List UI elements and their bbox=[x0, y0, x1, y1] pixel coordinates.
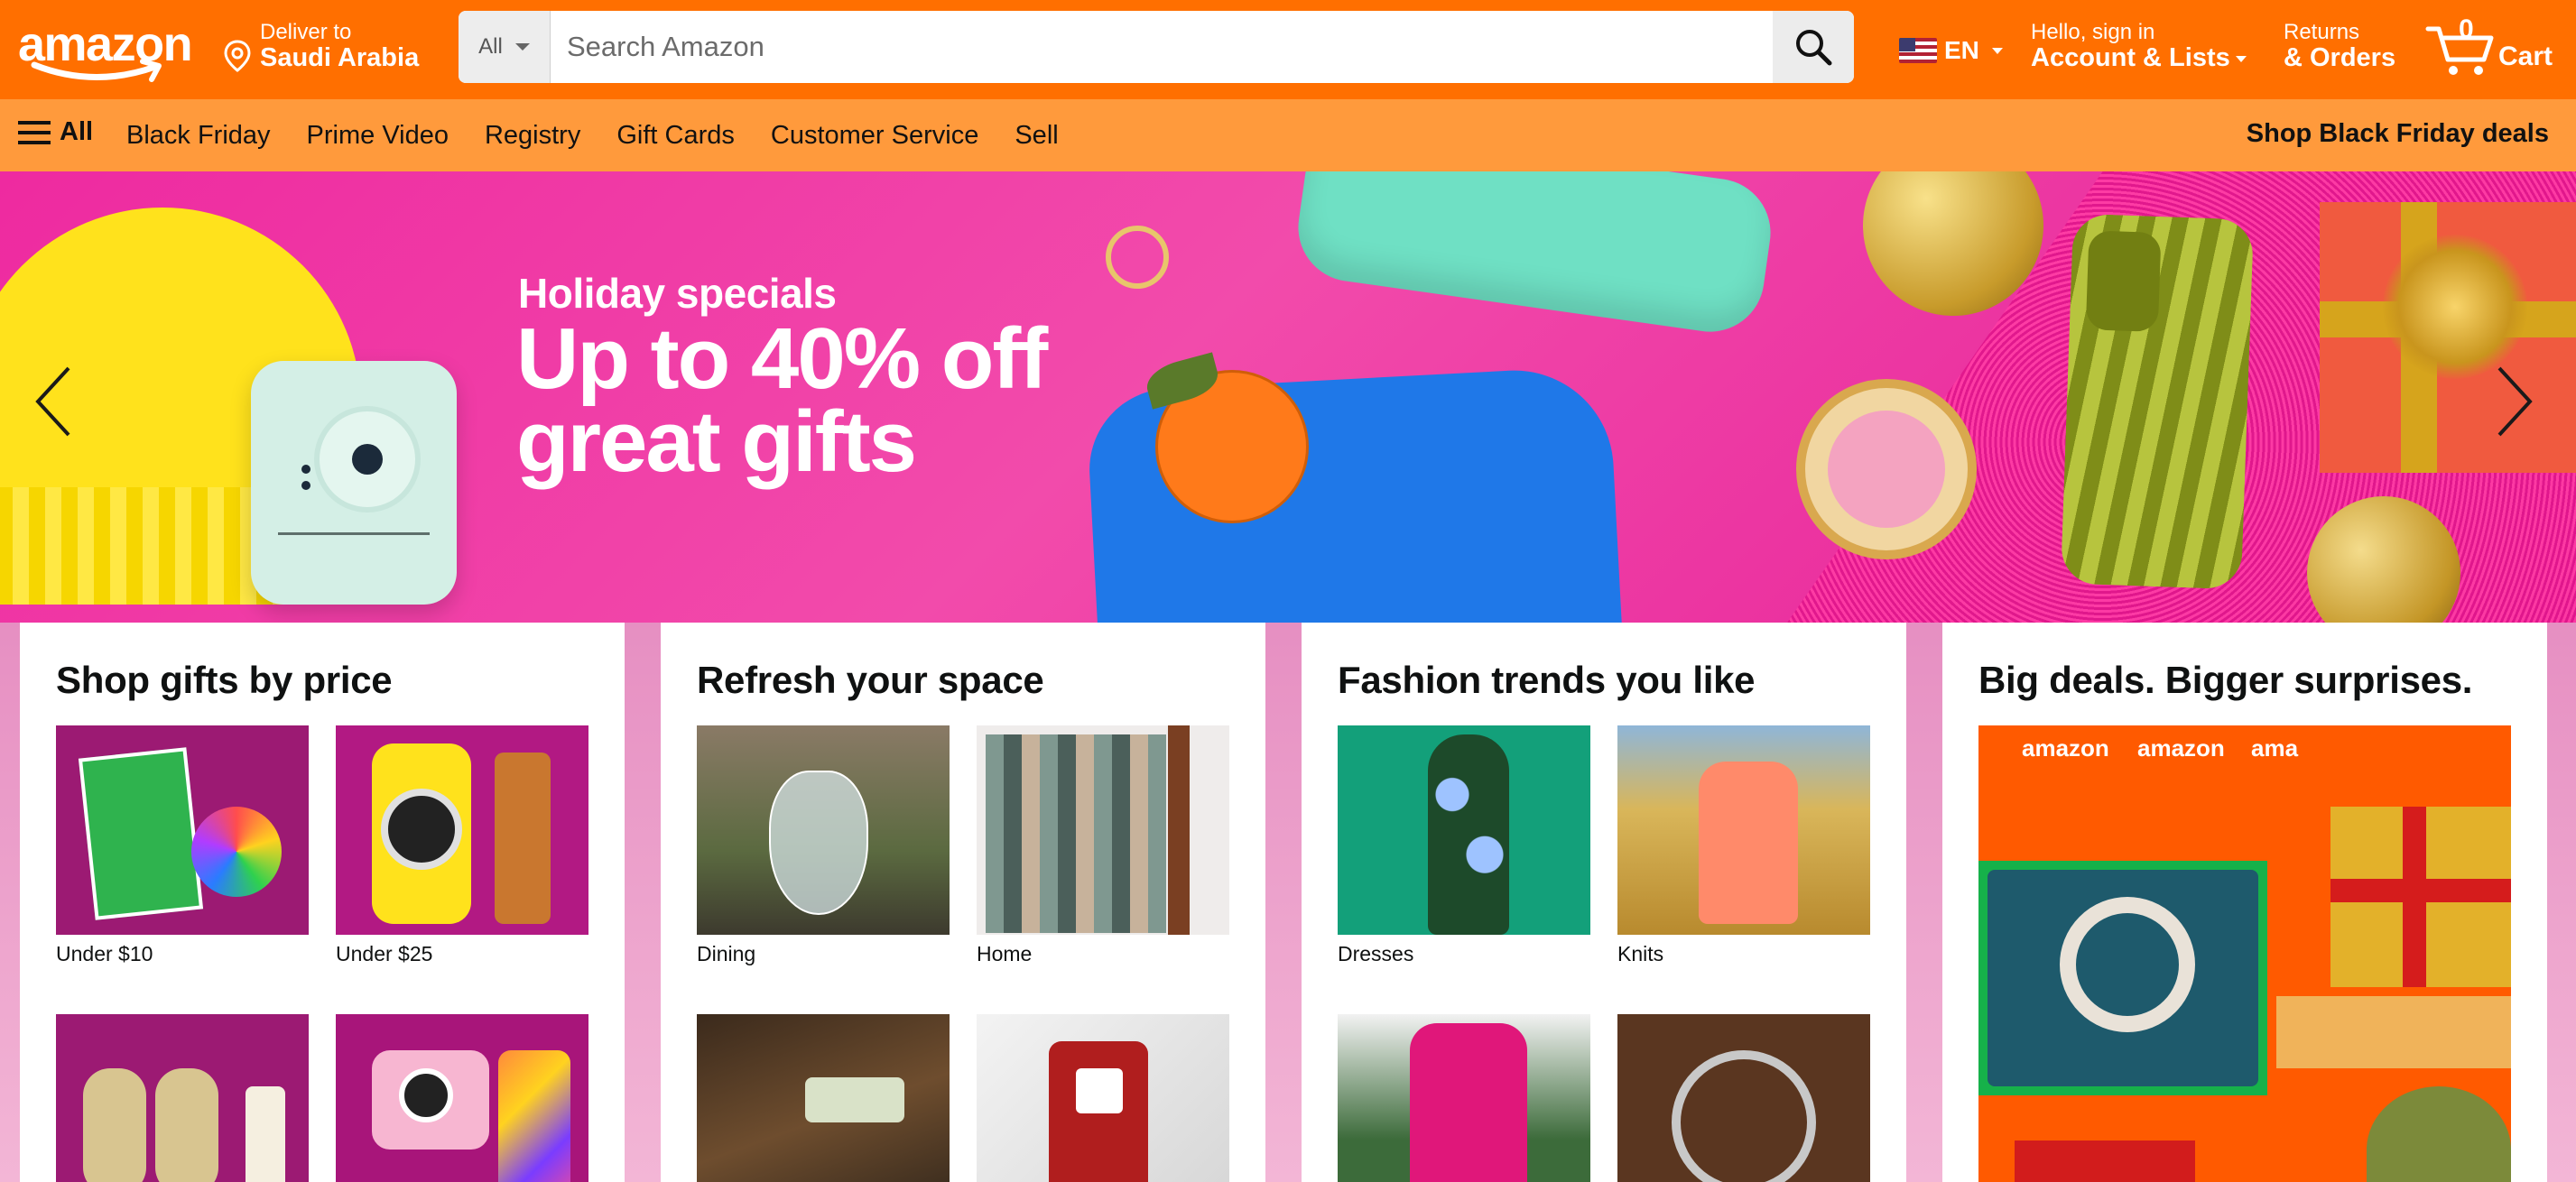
card-refresh-your-space: Refresh your space Dining Home bbox=[661, 623, 1265, 1182]
returns-label: Returns bbox=[2284, 20, 2360, 44]
location-pin-icon bbox=[224, 40, 251, 72]
tile-image bbox=[1617, 725, 1870, 935]
search-button[interactable] bbox=[1773, 11, 1854, 83]
chevron-down-icon bbox=[514, 43, 530, 51]
blush-compact-image bbox=[1796, 379, 1977, 559]
tile-image bbox=[56, 725, 309, 935]
cart-count: 0 bbox=[2459, 14, 2474, 44]
nav-link-sell[interactable]: Sell bbox=[1015, 121, 1058, 151]
all-menu-button[interactable]: All bbox=[18, 117, 93, 147]
tile-gift-3[interactable] bbox=[56, 1014, 309, 1182]
deliver-location: Saudi Arabia bbox=[260, 43, 420, 72]
us-flag-icon bbox=[1899, 38, 1937, 63]
amazon-logo[interactable]: amazon bbox=[18, 13, 194, 87]
tile-under-10[interactable]: Under $10 bbox=[56, 725, 309, 966]
card-title: Shop gifts by price bbox=[56, 659, 393, 701]
account-label-text: Account & Lists bbox=[2031, 43, 2230, 72]
language-selector[interactable]: EN bbox=[1899, 32, 2003, 69]
big-deals-image[interactable]: amazon amazon ama bbox=[1978, 725, 2511, 1182]
box-brand-text: amazon bbox=[2022, 734, 2109, 762]
account-label: Account & Lists bbox=[2031, 43, 2247, 73]
tile-image bbox=[1338, 1014, 1590, 1182]
keyring-image bbox=[1106, 226, 1169, 289]
search-category-dropdown[interactable]: All bbox=[459, 11, 551, 83]
card-row: Shop gifts by price Under $10 Under $25 bbox=[0, 623, 2576, 1182]
account-greeting: Hello, sign in bbox=[2031, 20, 2155, 44]
speaker-image bbox=[1291, 171, 1778, 339]
gold-pom-image bbox=[2383, 235, 2527, 379]
nav-link-customer-service[interactable]: Customer Service bbox=[771, 121, 978, 151]
tile-dining[interactable]: Dining bbox=[697, 725, 950, 966]
nav-link-prime-video[interactable]: Prime Video bbox=[307, 121, 449, 151]
tile-fashion-3[interactable] bbox=[1338, 1014, 1590, 1182]
tile-space-3[interactable] bbox=[697, 1014, 950, 1182]
tile-space-4[interactable] bbox=[977, 1014, 1229, 1182]
hero-banner[interactable]: Holiday specials Up to 40% off great gif… bbox=[0, 171, 2576, 623]
deliver-to[interactable]: Deliver to Saudi Arabia bbox=[224, 18, 440, 81]
card-fashion-trends: Fashion trends you like Dresses Knits bbox=[1302, 623, 1906, 1182]
card-title: Refresh your space bbox=[697, 659, 1044, 701]
nav-link-black-friday[interactable]: Black Friday bbox=[126, 121, 271, 151]
nav-link-gift-cards[interactable]: Gift Cards bbox=[616, 121, 735, 151]
account-lists[interactable]: Hello, sign in Account & Lists bbox=[2031, 18, 2256, 81]
box-brand-text: amazon bbox=[2137, 734, 2225, 762]
tile-image bbox=[1617, 1014, 1870, 1182]
chevron-left-icon[interactable] bbox=[27, 361, 81, 442]
chevron-down-icon bbox=[1991, 47, 2003, 54]
top-header: amazon Deliver to Saudi Arabia All EN bbox=[0, 0, 2576, 99]
nav-links: Black Friday Prime Video Registry Gift C… bbox=[126, 99, 1059, 171]
returns-orders[interactable]: Returns & Orders bbox=[2284, 18, 2410, 81]
tile-caption: Knits bbox=[1617, 942, 1664, 965]
card-title: Big deals. Bigger surprises. bbox=[1978, 659, 2473, 701]
search-input[interactable] bbox=[551, 11, 1773, 83]
chevron-down-icon bbox=[2235, 55, 2247, 62]
smile-arrow-icon bbox=[31, 59, 162, 82]
tile-caption: Home bbox=[977, 942, 1033, 965]
orders-label: & Orders bbox=[2284, 43, 2396, 72]
cart-label: Cart bbox=[2498, 42, 2553, 71]
tile-image bbox=[977, 1014, 1229, 1182]
tile-caption: Under $10 bbox=[56, 942, 153, 965]
search-category-label: All bbox=[478, 34, 503, 59]
tile-image bbox=[336, 1014, 588, 1182]
nav-promo-link[interactable]: Shop Black Friday deals bbox=[2247, 119, 2549, 149]
tile-knits[interactable]: Knits bbox=[1617, 725, 1870, 966]
gold-ornament-image bbox=[1863, 171, 2043, 316]
tile-dresses[interactable]: Dresses bbox=[1338, 725, 1590, 966]
all-label: All bbox=[60, 117, 94, 146]
tile-image bbox=[336, 725, 588, 935]
card-title: Fashion trends you like bbox=[1338, 659, 1756, 701]
search-bar: All bbox=[459, 11, 1854, 83]
instant-camera-image bbox=[251, 361, 457, 605]
chevron-right-icon[interactable] bbox=[2487, 361, 2541, 442]
language-code: EN bbox=[1944, 36, 1979, 64]
hero-headline: Up to 40% off great gifts bbox=[516, 310, 1048, 490]
tile-caption: Under $25 bbox=[336, 942, 433, 965]
nav-bar: All Black Friday Prime Video Registry Gi… bbox=[0, 99, 2576, 171]
tile-fashion-4[interactable] bbox=[1617, 1014, 1870, 1182]
deliver-label: Deliver to bbox=[260, 20, 352, 44]
phone-case-image bbox=[2060, 213, 2255, 590]
tile-home[interactable]: Home bbox=[977, 725, 1229, 966]
box-brand-text: ama bbox=[2251, 734, 2299, 762]
tile-caption: Dresses bbox=[1338, 942, 1414, 965]
tile-under-25[interactable]: Under $25 bbox=[336, 725, 588, 966]
tile-image bbox=[697, 725, 950, 935]
tile-image bbox=[977, 725, 1229, 935]
tile-caption: Dining bbox=[697, 942, 756, 965]
tile-gift-4[interactable] bbox=[336, 1014, 588, 1182]
cart-button[interactable]: 0 Cart bbox=[2424, 13, 2569, 85]
card-shop-gifts-by-price: Shop gifts by price Under $10 Under $25 bbox=[20, 623, 625, 1182]
card-big-deals: Big deals. Bigger surprises. amazon amaz… bbox=[1942, 623, 2547, 1182]
nav-link-registry[interactable]: Registry bbox=[485, 121, 580, 151]
tile-image bbox=[56, 1014, 309, 1182]
tile-image bbox=[697, 1014, 950, 1182]
search-icon bbox=[1796, 30, 1832, 66]
tile-image bbox=[1338, 725, 1590, 935]
hamburger-menu-icon bbox=[18, 120, 51, 144]
